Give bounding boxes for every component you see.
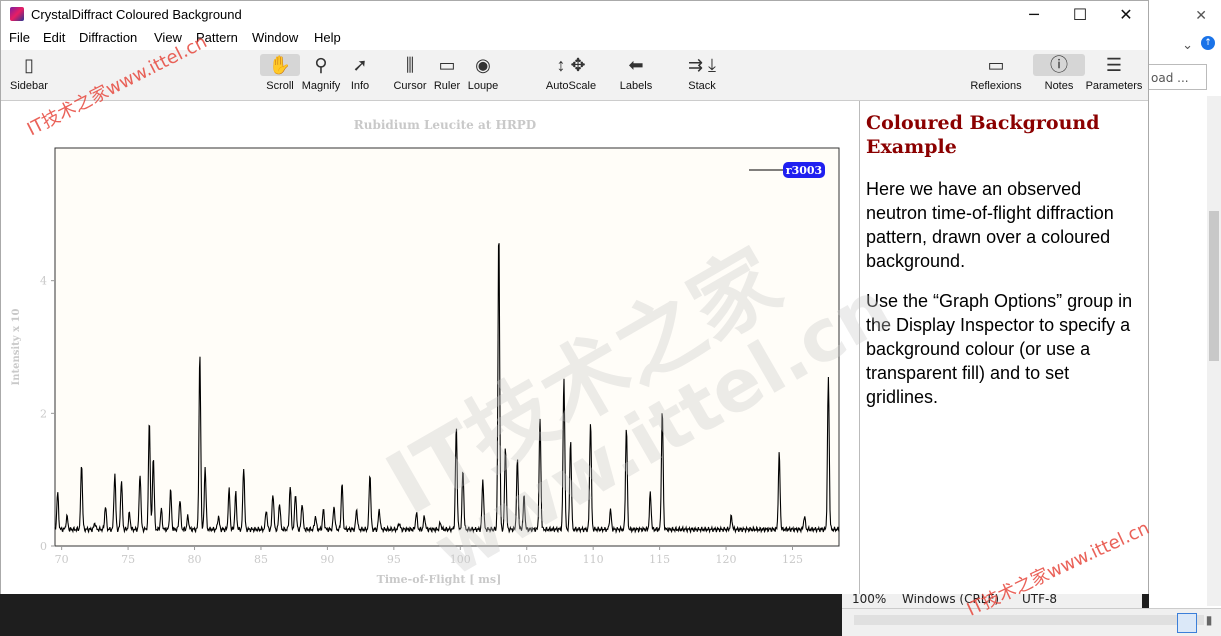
diffraction-plot[interactable]: Rubidium Leucite at HRPD 0 2 4 70 75 80 85 90 9… xyxy=(1,101,860,594)
loupe-icon: ◉ xyxy=(475,55,491,75)
info-circle-icon: ⓘ xyxy=(1033,54,1085,76)
stack-button[interactable]: ⇉ ⤓ Stack xyxy=(671,54,733,92)
arrow-up-icon[interactable]: ↑ xyxy=(1201,36,1215,50)
maximize-button[interactable]: ☐ xyxy=(1057,1,1103,28)
menu-view[interactable]: View xyxy=(154,30,182,45)
background-app-panel: ✕ ⌄ ↑ oad ... xyxy=(1149,0,1221,635)
labels-button[interactable]: ⬅ Labels xyxy=(617,54,655,92)
y-tick-label: 0 xyxy=(40,540,47,553)
cursor-label: Cursor xyxy=(393,80,427,92)
labels-label: Labels xyxy=(619,80,653,92)
magnify-button[interactable]: ⚲ Magnify xyxy=(299,54,343,92)
x-tick-label: 70 xyxy=(55,553,69,566)
reflexions-label: Reflexions xyxy=(970,80,1022,92)
close-icon[interactable]: ✕ xyxy=(1195,8,1207,24)
cursor-icon: ⫼ xyxy=(405,55,415,75)
plot-frame xyxy=(54,147,840,547)
x-tick-label: 110 xyxy=(583,553,604,566)
notes-paragraph-1: Here we have an observed neutron time-of… xyxy=(866,179,1114,271)
x-tick-label: 90 xyxy=(320,553,334,566)
stack-icon: ⇉ ⤓ xyxy=(687,55,717,75)
chart-title: Rubidium Leucite at HRPD xyxy=(354,118,536,132)
chevron-down-icon[interactable]: ⌄ xyxy=(1182,38,1193,53)
zoom-status: 100% xyxy=(852,592,887,606)
tag-icon: ⬅ xyxy=(628,55,644,75)
notes-heading: Coloured Background Example xyxy=(866,112,1100,158)
x-tick-label: 115 xyxy=(649,553,670,566)
x-tick-label: 105 xyxy=(516,553,537,566)
magnifier-icon: ⚲ xyxy=(314,55,328,75)
cursor-button[interactable]: ⫼ Cursor xyxy=(392,54,428,92)
menu-diffraction[interactable]: Diffraction xyxy=(79,30,137,45)
reflexions-icon: ▭ xyxy=(987,55,1005,75)
y-axis: 0 2 4 xyxy=(40,275,55,553)
menu-edit[interactable]: Edit xyxy=(43,30,65,45)
info-label: Info xyxy=(350,80,370,92)
x-tick-label: 125 xyxy=(782,553,803,566)
encoding-status: UTF-8 xyxy=(1022,592,1057,606)
horizontal-scrollbar[interactable] xyxy=(854,615,1204,625)
scroll-button[interactable]: ✋ Scroll xyxy=(260,54,300,92)
sidebar-label: Sidebar xyxy=(10,80,48,92)
sliders-icon: ☰ xyxy=(1105,55,1123,75)
title-bar: CrystalDiffract Coloured Background ─ ☐ … xyxy=(1,1,1148,28)
autoscale-button[interactable]: ↕ ✥ AutoScale xyxy=(543,54,599,92)
menu-pattern[interactable]: Pattern xyxy=(196,30,238,45)
y-axis-label: Intensity x 10 xyxy=(11,309,22,386)
legend-label: r3003 xyxy=(786,164,822,177)
view-icon[interactable] xyxy=(1177,613,1197,633)
x-tick-label: 85 xyxy=(254,553,268,566)
toolbar: ▯ Sidebar ✋ Scroll ⚲ Magnify ➚ Info ⫼ Cu… xyxy=(1,50,1148,101)
menu-help[interactable]: Help xyxy=(314,30,341,45)
autoscale-icon: ↕ ✥ xyxy=(556,55,586,75)
background-bottom-strip: ▮ xyxy=(842,608,1221,636)
menu-file[interactable]: File xyxy=(9,30,30,45)
info-button[interactable]: ➚ Info xyxy=(345,54,375,92)
sidebar-button[interactable]: ▯ Sidebar xyxy=(9,54,49,92)
notes-panel: Coloured Background Example Here we have… xyxy=(860,101,1148,594)
reflexions-button[interactable]: ▭ Reflexions xyxy=(969,54,1023,92)
y-tick-label: 4 xyxy=(40,275,47,288)
parameters-button[interactable]: ☰ Parameters xyxy=(1085,54,1143,92)
x-tick-label: 80 xyxy=(188,553,202,566)
arrow-pointer-icon: ➚ xyxy=(352,55,368,75)
notes-label: Notes xyxy=(1044,80,1074,92)
diffraction-chart[interactable]: Rubidium Leucite at HRPD 0 2 4 70 75 80 85 90 9… xyxy=(1,101,859,594)
scrollbar-thumb[interactable] xyxy=(1209,211,1219,361)
x-tick-label: 95 xyxy=(387,553,401,566)
loupe-button[interactable]: ◉ Loupe xyxy=(465,54,501,92)
line-ending-status: Windows (CRLF) xyxy=(902,592,1000,606)
notes-button[interactable]: ⓘ Notes xyxy=(1033,54,1085,92)
scroll-label: Scroll xyxy=(266,80,294,92)
notes-paragraph-2: Use the “Graph Options” group in the Dis… xyxy=(866,291,1133,407)
autoscale-label: AutoScale xyxy=(545,80,597,92)
background-field[interactable]: oad ... xyxy=(1149,64,1207,90)
split-icon[interactable]: ▮ xyxy=(1201,613,1217,631)
x-tick-label: 75 xyxy=(121,553,135,566)
x-axis: 70 75 80 85 90 95 100 105 110 115 120 125 xyxy=(55,546,803,566)
ruler-icon: ▭ xyxy=(438,55,456,75)
window-title: CrystalDiffract Coloured Background xyxy=(31,7,242,22)
stack-label: Stack xyxy=(688,80,716,92)
hand-icon: ✋ xyxy=(260,54,300,76)
app-icon xyxy=(10,7,24,21)
close-button[interactable]: ✕ xyxy=(1103,1,1149,28)
minimize-button[interactable]: ─ xyxy=(1011,1,1057,28)
ruler-label: Ruler xyxy=(433,80,461,92)
ruler-button[interactable]: ▭ Ruler xyxy=(431,54,463,92)
crystaldiffract-window: CrystalDiffract Coloured Background ─ ☐ … xyxy=(0,0,1149,594)
menu-bar: File Edit Diffraction View Pattern Windo… xyxy=(1,28,1148,48)
x-tick-label: 120 xyxy=(716,553,737,566)
sidebar-icon: ▯ xyxy=(24,55,34,75)
y-tick-label: 2 xyxy=(40,407,47,420)
menu-window[interactable]: Window xyxy=(252,30,298,45)
vertical-scrollbar[interactable] xyxy=(1207,96,1221,606)
x-axis-label: Time-of-Flight [ ms] xyxy=(377,573,502,586)
loupe-label: Loupe xyxy=(467,80,499,92)
magnify-label: Magnify xyxy=(301,80,341,92)
parameters-label: Parameters xyxy=(1085,80,1143,92)
x-tick-label: 100 xyxy=(450,553,471,566)
